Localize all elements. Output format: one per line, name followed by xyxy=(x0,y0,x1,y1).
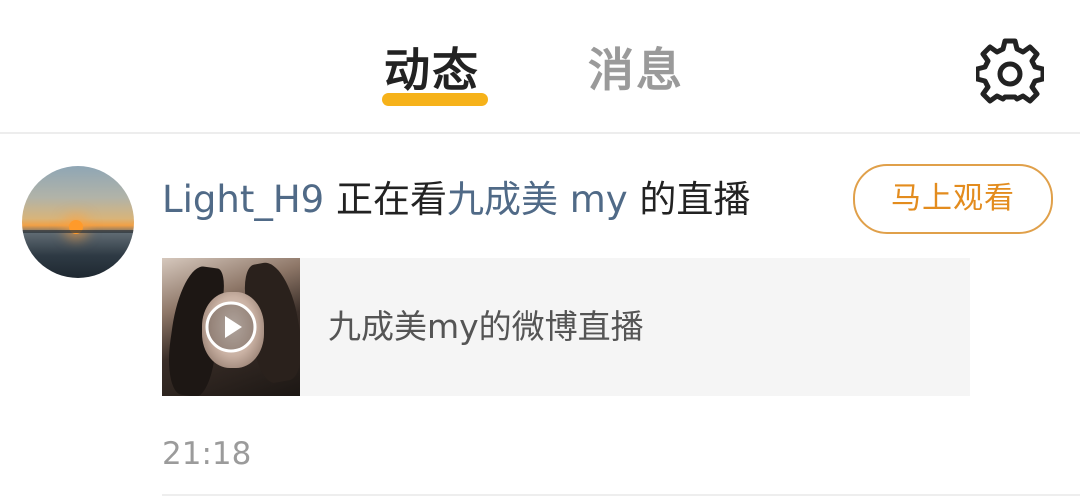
live-stream-card[interactable]: 九成美my的微博直播 xyxy=(162,258,970,396)
tab-messages[interactable]: 消息 xyxy=(588,40,684,100)
app-screen: 动态 消息 Light_H9 正在看九成美 my 的直播 马上观看 九成美my的… xyxy=(0,0,1080,500)
live-stream-title: 九成美my的微博直播 xyxy=(328,307,644,346)
tab-feed[interactable]: 动态 xyxy=(384,40,480,100)
username-link[interactable]: Light_H9 xyxy=(162,178,324,221)
activity-verb: 正在看 xyxy=(324,178,447,221)
bottom-divider xyxy=(162,494,1080,496)
target-user-link[interactable]: 九成美 my xyxy=(447,178,628,221)
live-thumbnail xyxy=(162,258,300,396)
top-header: 动态 消息 xyxy=(0,0,1080,134)
user-avatar[interactable] xyxy=(22,166,134,278)
activity-suffix: 的直播 xyxy=(627,178,751,221)
active-tab-indicator xyxy=(382,93,488,106)
activity-text: Light_H9 正在看九成美 my 的直播 xyxy=(162,172,750,228)
gear-icon xyxy=(974,38,1046,104)
watch-now-button[interactable]: 马上观看 xyxy=(853,164,1053,234)
avatar-horizon xyxy=(22,230,134,233)
play-icon[interactable] xyxy=(204,300,258,354)
settings-button[interactable] xyxy=(974,38,1046,106)
post-timestamp: 21:18 xyxy=(162,436,252,472)
